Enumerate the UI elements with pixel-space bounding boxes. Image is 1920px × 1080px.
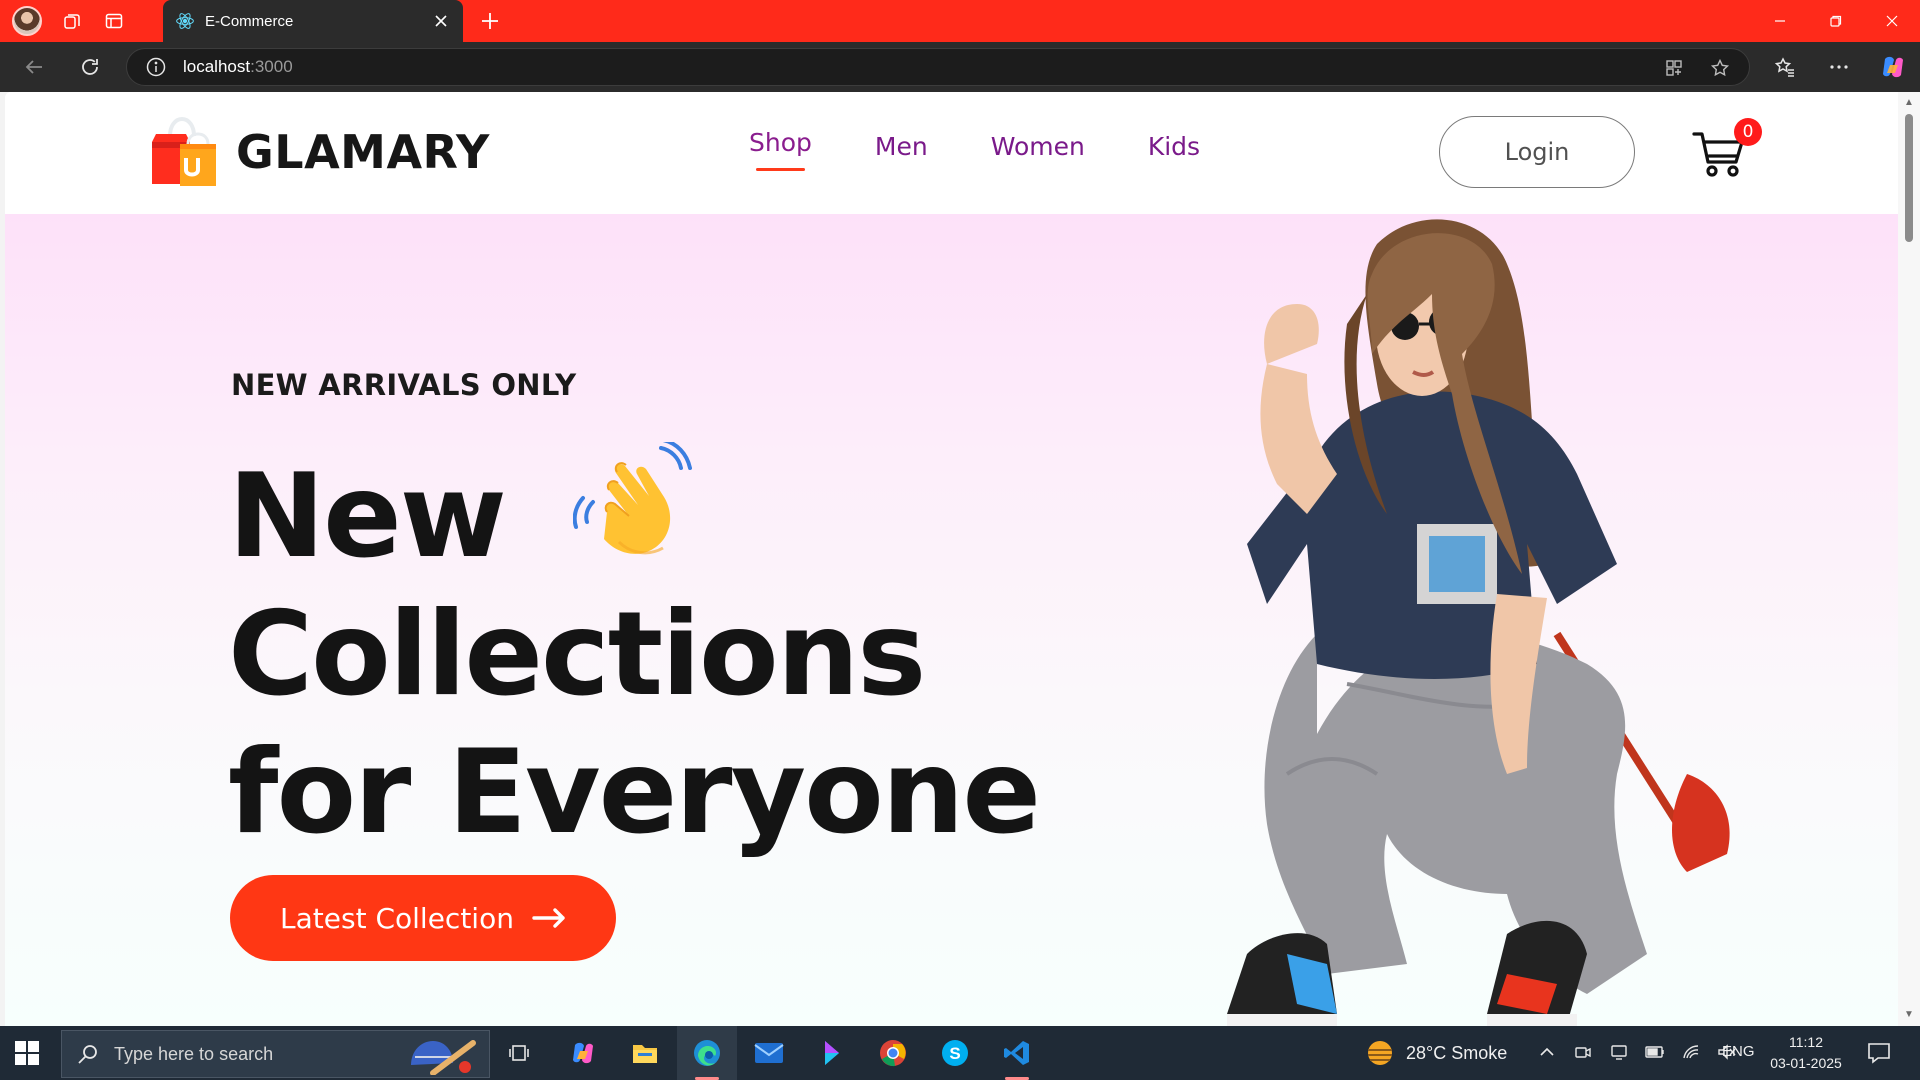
tab-close-icon[interactable]: [431, 11, 451, 31]
active-nav-indicator: [756, 168, 805, 171]
minimize-icon[interactable]: [1752, 0, 1808, 42]
nav-shop-label: Shop: [749, 128, 812, 157]
headline-line-3: for Everyone: [228, 725, 1041, 860]
skype-icon[interactable]: S: [925, 1026, 985, 1080]
copilot-taskbar-icon[interactable]: [553, 1026, 613, 1080]
cta-label: Latest Collection: [280, 901, 514, 935]
notifications-icon[interactable]: [1866, 1040, 1892, 1066]
nav-shop[interactable]: Shop: [749, 128, 812, 171]
display-icon[interactable]: [1608, 1040, 1630, 1064]
close-window-icon[interactable]: [1864, 0, 1920, 42]
hero-headline: New Collections for Everyone: [228, 442, 1041, 862]
brand-name: GLAMARY: [236, 125, 490, 179]
clock-date: 03-01-2025: [1770, 1055, 1842, 1071]
show-hidden-icons-chevron-icon[interactable]: [1536, 1040, 1558, 1064]
taskbar-search[interactable]: Type here to search: [61, 1030, 490, 1078]
arrow-right-icon: [532, 908, 565, 928]
hero-model-image: [1227, 219, 1730, 1026]
new-tab-icon[interactable]: [478, 9, 502, 33]
vertical-tabs-icon[interactable]: [102, 9, 126, 33]
cart-button[interactable]: 0: [1691, 118, 1762, 182]
browser-toolbar: localhost:3000: [0, 42, 1920, 92]
nav-men-label: Men: [874, 132, 928, 161]
mail-icon[interactable]: [739, 1026, 799, 1080]
tab-ecommerce[interactable]: E-Commerce: [163, 0, 463, 42]
site-info-icon[interactable]: [145, 56, 167, 78]
search-placeholder: Type here to search: [114, 1043, 274, 1064]
address-bar[interactable]: localhost:3000: [126, 48, 1750, 86]
nav-men[interactable]: Men: [875, 132, 928, 161]
task-view-icon[interactable]: [489, 1026, 549, 1080]
scroll-down-icon[interactable]: ▼: [1903, 1010, 1915, 1020]
page-viewport: GLAMARY Shop Men Women Kids Login 0 NEW …: [5, 92, 1898, 1026]
copilot-app-icon[interactable]: [801, 1026, 861, 1080]
favorite-star-icon[interactable]: [1709, 57, 1731, 79]
windows-start-icon[interactable]: [14, 1040, 40, 1066]
react-icon: [176, 13, 194, 29]
scroll-thumb[interactable]: [1905, 114, 1913, 242]
chrome-icon[interactable]: [863, 1026, 923, 1080]
wifi-icon[interactable]: [1680, 1040, 1702, 1064]
clock-time: 11:12: [1789, 1034, 1823, 1050]
search-icon: [78, 1045, 97, 1064]
copilot-icon[interactable]: [1878, 52, 1908, 82]
taskbar: Type here to search S 28°C Smoke ENG 11:…: [0, 1026, 1920, 1080]
main-nav: Shop Men Women Kids: [749, 128, 1200, 171]
meet-now-icon[interactable]: [1572, 1040, 1594, 1064]
shopping-bag-logo-icon: [152, 116, 216, 186]
site-header: GLAMARY Shop Men Women Kids Login 0: [5, 92, 1898, 214]
more-options-icon[interactable]: [1827, 55, 1851, 79]
file-explorer-icon[interactable]: [615, 1026, 675, 1080]
cricket-doodle-icon: [411, 1040, 476, 1075]
hero-section: NEW ARRIVALS ONLY New Collections for Ev…: [5, 214, 1898, 1026]
app-available-icon[interactable]: [1663, 57, 1685, 79]
svg-text:S: S: [949, 1044, 960, 1063]
login-button[interactable]: Login: [1439, 116, 1635, 188]
url-host: localhost: [183, 57, 251, 76]
profile-avatar[interactable]: [12, 6, 42, 36]
weather-widget[interactable]: 28°C Smoke: [1364, 1026, 1507, 1080]
favorites-icon[interactable]: [1773, 55, 1797, 79]
hero-eyebrow: NEW ARRIVALS ONLY: [231, 368, 577, 402]
nav-kids-label: Kids: [1147, 132, 1201, 161]
battery-icon[interactable]: [1644, 1040, 1666, 1064]
system-clock[interactable]: 11:12 03-01-2025: [1766, 1032, 1846, 1074]
cart-count-badge: 0: [1734, 118, 1762, 146]
reload-icon[interactable]: [70, 47, 110, 87]
edge-browser-icon[interactable]: [677, 1026, 737, 1080]
weather-haze-icon: [1368, 1041, 1392, 1065]
input-language[interactable]: ENG: [1722, 1043, 1755, 1060]
latest-collection-button[interactable]: Latest Collection: [230, 875, 616, 961]
restore-icon[interactable]: [1808, 0, 1864, 42]
vscode-icon[interactable]: [987, 1026, 1047, 1080]
page-scrollbar[interactable]: ▲ ▼: [1898, 92, 1920, 1026]
back-icon[interactable]: [14, 47, 54, 87]
weather-text: 28°C Smoke: [1406, 1042, 1508, 1063]
nav-women-label: Women: [990, 132, 1085, 161]
url-port: :3000: [250, 57, 293, 76]
collections-icon[interactable]: [60, 9, 84, 33]
brand-logo[interactable]: GLAMARY: [144, 116, 490, 188]
tab-title: E-Commerce: [205, 12, 294, 30]
browser-tab-bar: E-Commerce: [0, 0, 1920, 42]
scroll-up-icon[interactable]: ▲: [1903, 98, 1915, 108]
headline-line-2: Collections: [228, 587, 926, 722]
system-tray: [1536, 1040, 1738, 1064]
headline-line-1-text: New: [228, 449, 507, 584]
waving-hand-icon: [573, 442, 693, 555]
headline-line-1: New: [228, 442, 1039, 586]
nav-women[interactable]: Women: [991, 132, 1085, 161]
nav-kids[interactable]: Kids: [1148, 132, 1200, 161]
